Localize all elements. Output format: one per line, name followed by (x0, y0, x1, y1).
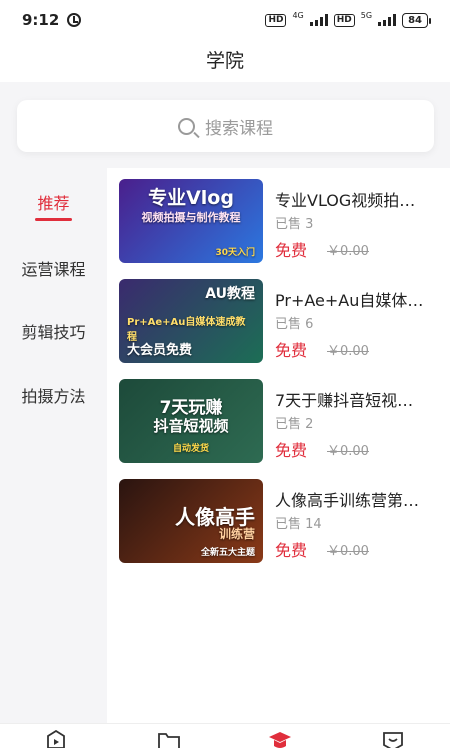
thumb-title: 专业Vlog (148, 187, 234, 209)
graduation-cap-icon[interactable] (268, 730, 292, 748)
course-sold-count: 已售 2 (275, 417, 314, 432)
hd-badge-2: HD (333, 13, 355, 27)
network-label-1: 4G (292, 10, 304, 20)
course-list: 专业Vlog 视频拍摄与制作教程 30天入门 专业VLOG视频拍… 已售 3 免… (107, 168, 450, 723)
course-price: 免费 (275, 341, 308, 360)
thumb-tag: 大会员免费 (127, 343, 193, 358)
signal-icon-2 (378, 14, 397, 26)
battery-indicator: 84 (402, 12, 431, 28)
search-placeholder: 搜索课程 (205, 118, 273, 139)
status-time: 9:12 (22, 11, 60, 29)
course-original-price: ￥0.00 (327, 544, 369, 559)
hd-badge-1: HD (265, 13, 287, 27)
course-sold-count: 已售 3 (275, 217, 314, 232)
bottom-tab-bar (0, 723, 450, 748)
thumb-subtitle: 训练营 (218, 527, 255, 541)
chat-icon[interactable] (381, 730, 405, 748)
category-sidebar: 推荐 运营课程 剪辑技巧 拍摄方法 (0, 168, 107, 723)
course-sold-count: 已售 6 (275, 317, 314, 332)
course-thumbnail: 人像高手 训练营 全新五大主题 (119, 479, 263, 563)
course-title: 人像高手训练营第… (275, 491, 420, 510)
thumb-tag: 全新五大主题 (200, 548, 255, 558)
thumb-subtitle: 抖音短视频 (153, 417, 229, 435)
thumb-tag: 自动发货 (172, 444, 209, 454)
search-icon (178, 117, 195, 135)
sidebar-item-operations[interactable]: 运营课程 (0, 256, 107, 280)
course-item[interactable]: 专业Vlog 视频拍摄与制作教程 30天入门 专业VLOG视频拍… 已售 3 免… (119, 179, 446, 263)
course-price: 免费 (275, 441, 308, 460)
alarm-icon (67, 13, 82, 27)
course-price: 免费 (275, 241, 308, 260)
course-original-price: ￥0.00 (327, 444, 369, 459)
status-bar: 9:12 HD 4G HD 5G 84 (0, 0, 450, 40)
thumb-subtitle: 视频拍摄与制作教程 (141, 211, 241, 224)
course-original-price: ￥0.00 (327, 344, 369, 359)
thumb-title: AU教程 (205, 286, 255, 302)
network-label-2: 5G (360, 10, 373, 20)
thumb-tag: 30天入门 (215, 248, 255, 258)
search-input[interactable]: 搜索课程 (17, 100, 434, 152)
sidebar-item-editing[interactable]: 剪辑技巧 (0, 319, 107, 343)
course-price: 免费 (275, 541, 308, 560)
sidebar-item-shooting[interactable]: 拍摄方法 (0, 383, 107, 407)
course-original-price: ￥0.00 (327, 244, 369, 259)
play-icon[interactable] (44, 729, 68, 748)
folder-icon[interactable] (157, 730, 181, 748)
course-sold-count: 已售 14 (275, 517, 322, 532)
course-thumbnail: 7天玩赚 抖音短视频 自动发货 (119, 379, 263, 463)
course-item[interactable]: AU教程 Pr+Ae+Au自媒体速成教程 大会员免费 Pr+Ae+Au自媒体… … (119, 279, 446, 363)
search-area: 搜索课程 (0, 82, 450, 168)
sidebar-item-recommend[interactable]: 推荐 (0, 190, 107, 214)
page-title: 学院 (0, 40, 450, 82)
course-item[interactable]: 人像高手 训练营 全新五大主题 人像高手训练营第… 已售 14 免费 ￥0.00 (119, 479, 446, 563)
signal-icon-1 (309, 14, 328, 26)
course-title: 专业VLOG视频拍… (275, 191, 416, 210)
course-title: 7天于赚抖音短视… (275, 391, 414, 410)
active-tab-indicator (35, 218, 72, 221)
course-thumbnail: 专业Vlog 视频拍摄与制作教程 30天入门 (119, 179, 263, 263)
course-item[interactable]: 7天玩赚 抖音短视频 自动发货 7天于赚抖音短视… 已售 2 免费 ￥0.00 (119, 379, 446, 463)
course-title: Pr+Ae+Au自媒体… (275, 291, 424, 310)
course-thumbnail: AU教程 Pr+Ae+Au自媒体速成教程 大会员免费 (119, 279, 263, 363)
